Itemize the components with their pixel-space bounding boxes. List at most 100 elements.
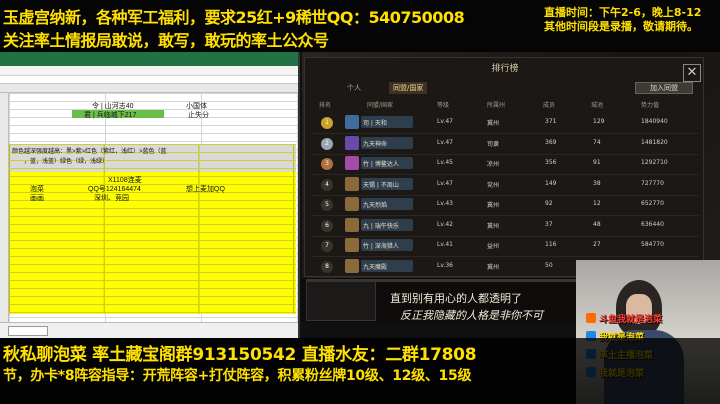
alliance-emblem-icon xyxy=(345,156,359,170)
rank-badge: 1 xyxy=(321,117,333,129)
alliance-emblem-icon xyxy=(345,258,359,273)
table-row[interactable]: 4 天锡 | 不周山 Lv.47 兖州 149 38 727770 xyxy=(311,175,699,196)
ribbon-bar[interactable] xyxy=(0,52,298,66)
cell-alliance-name[interactable]: 司 | 天和 xyxy=(363,118,387,127)
rank-badge: 3 xyxy=(321,158,333,170)
cell-region: 冀州 xyxy=(487,202,500,209)
cell-level: Lv.47 xyxy=(437,138,453,146)
cell-region: 凉州 xyxy=(487,161,500,168)
cell-members: 37 xyxy=(545,220,553,228)
stream-frame: 玉虚宫纳新，各种军工福利，要求25红+9稀世QQ：540750008 关注率土情… xyxy=(0,0,720,404)
cell-cities: 38 xyxy=(593,179,601,187)
cell-members: 92 xyxy=(545,200,553,207)
sheet-tab[interactable] xyxy=(8,326,48,336)
cell-cities: 129 xyxy=(593,118,605,125)
alliance-emblem-icon xyxy=(345,238,359,252)
promo-text-top-1: 玉虚宫纳新，各种军工福利，要求25红+9稀世QQ：540750008 xyxy=(3,8,465,27)
tab-alliance[interactable]: 同盟/国家 xyxy=(389,82,428,94)
cell-alliance-name[interactable]: 竹 | 深海猎人 xyxy=(363,241,399,250)
cell-level: Lv.47 xyxy=(437,118,453,125)
cell-level: Lv.43 xyxy=(437,200,453,207)
alliance-emblem-icon xyxy=(345,176,359,191)
cell-region: 益州 xyxy=(487,243,500,250)
alliance-emblem-icon xyxy=(345,115,359,129)
cell-region: 冀州 xyxy=(487,120,500,127)
leaderboard-title: 排行榜 xyxy=(491,64,519,74)
col-region: 所属州 xyxy=(487,102,506,109)
cell-alliance-name[interactable]: 竹 | 博鳌达人 xyxy=(363,159,399,168)
table-row[interactable]: 1 司 | 天和 Lv.47 冀州 371 129 1840940 xyxy=(311,113,699,134)
alliance-emblem-icon xyxy=(345,197,359,211)
cell-level: Lv.41 xyxy=(437,241,453,248)
table-row[interactable]: 5 九天烈焰 Lv.43 冀州 92 12 652770 xyxy=(311,195,699,216)
cell-power: 1840940 xyxy=(641,118,668,125)
cell-alliance-name[interactable]: 九 | 瑞午快乐 xyxy=(363,221,399,230)
tab-individual[interactable]: 个人 xyxy=(343,82,365,94)
rank-badge: 6 xyxy=(321,219,333,232)
yellow-cell-grid[interactable] xyxy=(9,144,296,314)
table-row[interactable]: 2 九天神命 Lv.47 司隶 369 74 1481820 xyxy=(311,134,699,155)
rank-badge: 5 xyxy=(321,199,333,211)
cell-alliance-name[interactable]: 九天烈焰 xyxy=(363,200,387,209)
rank-badge: 4 xyxy=(321,178,333,191)
rank-badge: 7 xyxy=(321,240,333,252)
cell-r2-b[interactable]: 君 | 兵临城下217 xyxy=(84,110,136,120)
ribbon-tools[interactable] xyxy=(0,66,298,76)
col-alliance: 同盟/国家 xyxy=(367,102,394,109)
cell-level: Lv.36 xyxy=(437,261,453,269)
col-power: 势力值 xyxy=(641,102,660,109)
cell-alliance-name[interactable]: 天锡 | 不周山 xyxy=(363,180,399,189)
cell-cities: 48 xyxy=(593,220,601,228)
cell-r6-c[interactable]: 想上麦加QQ xyxy=(186,184,225,194)
cell-alliance-name[interactable]: 九天魔殿 xyxy=(363,262,387,271)
col-level: 等级 xyxy=(437,102,450,109)
lyric-line-1: 直到别有用心的人都透明了 xyxy=(390,292,522,305)
row-header[interactable] xyxy=(0,93,9,338)
cell-level: Lv.45 xyxy=(437,159,453,166)
cell-r2-c[interactable]: 止失分 xyxy=(188,110,209,120)
cell-members: 149 xyxy=(545,179,557,187)
cell-cities: 91 xyxy=(593,159,601,166)
col-members: 成员 xyxy=(543,102,556,109)
live-schedule-2: 其他时间段是录播，敬请期待。 xyxy=(544,20,698,33)
cell-members: 371 xyxy=(545,118,557,125)
table-row[interactable]: 6 九 | 瑞午快乐 Lv.42 冀州 37 48 636440 xyxy=(311,216,699,237)
cell-r7-b[interactable]: 深圳、竞园 xyxy=(94,193,129,203)
cell-power: 652770 xyxy=(641,200,664,207)
cell-members: 50 xyxy=(545,261,553,269)
cell-region: 冀州 xyxy=(487,222,500,230)
rank-badge: 8 xyxy=(321,260,333,273)
cell-power: 1292710 xyxy=(641,159,668,166)
close-button[interactable]: ✕ xyxy=(683,64,701,82)
alliance-emblem-icon xyxy=(345,135,359,150)
cell-level: Lv.42 xyxy=(437,220,453,228)
cell-members: 356 xyxy=(545,159,557,166)
cell-power: 727770 xyxy=(641,179,664,187)
table-header: 排名 同盟/国家 等级 所属州 成员 城池 势力值 xyxy=(311,100,699,111)
webcam-caption-text: 斗鱼我就是泡菜 xyxy=(599,315,663,325)
cell-cities: 27 xyxy=(593,241,601,248)
webcam-caption: 斗鱼我就是泡菜 xyxy=(586,312,662,325)
sheet-tab-bar xyxy=(0,322,298,338)
cell-r7-a[interactable]: 画画 xyxy=(30,193,44,203)
cell-region: 司隶 xyxy=(487,140,500,148)
table-row[interactable]: 7 竹 | 深海猎人 Lv.41 益州 116 27 584770 xyxy=(311,236,699,257)
promo-text-top-2: 关注率土情报局敢说，敢写，敢玩的率土公众号 xyxy=(3,31,329,50)
cell-alliance-name[interactable]: 九天神命 xyxy=(363,139,387,148)
join-alliance-button[interactable]: 加入同盟 xyxy=(635,82,693,94)
cell-members: 369 xyxy=(545,138,557,146)
cell-level: Lv.47 xyxy=(437,179,453,187)
spreadsheet-window: 令 | 山河志40 小国体 君 | 兵临城下217 止失分 颜色越深强度越高：黑… xyxy=(0,52,300,338)
cell-cities: 12 xyxy=(593,200,601,207)
cell-power: 1481820 xyxy=(641,138,668,146)
chat-box[interactable] xyxy=(306,281,376,321)
cell-note-1[interactable]: 颜色越深强度越高：黑>紫>红色（紫红，浅红）>蓝色（蓝 xyxy=(12,146,167,155)
cell-note-2[interactable]: ，蓝，浅蓝）绿色（绿，浅绿） xyxy=(24,156,108,165)
col-cities: 城池 xyxy=(591,102,604,109)
formula-bar[interactable] xyxy=(0,76,298,84)
douyu-icon xyxy=(586,313,596,323)
table-row[interactable]: 3 竹 | 博鳌达人 Lv.45 凉州 356 91 1292710 xyxy=(311,154,699,175)
lyric-line-2: 反正我隐藏的人格是非你不可 xyxy=(400,309,543,322)
promo-text-bottom-1: 秋私聊泡菜 率土藏宝阁群913150542 直播水友：二群17808 xyxy=(3,345,477,365)
column-header[interactable] xyxy=(0,84,298,93)
